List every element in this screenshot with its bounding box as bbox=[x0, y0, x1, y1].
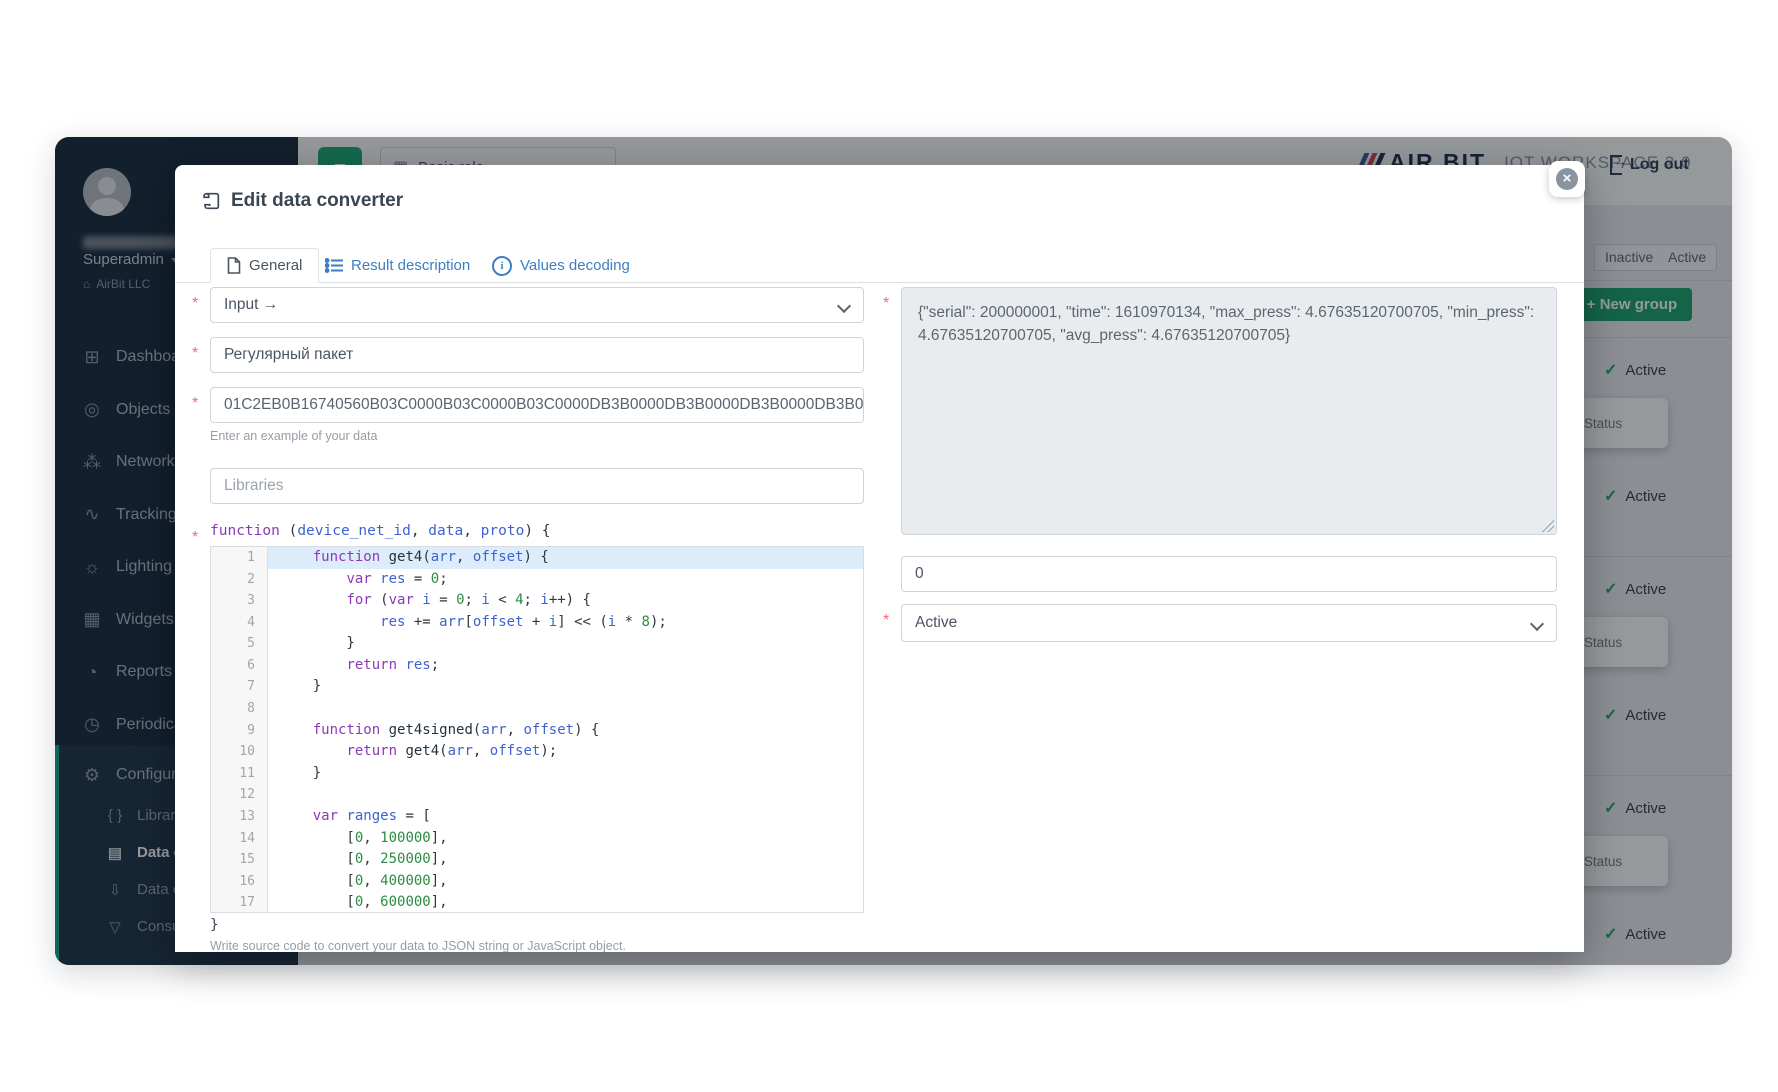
code-line: 2 var res = 0; bbox=[211, 569, 863, 591]
chevron-down-icon bbox=[1530, 617, 1544, 631]
modal-title: Edit data converter bbox=[200, 190, 403, 212]
line-number: 17 bbox=[211, 892, 255, 913]
document-icon bbox=[227, 257, 241, 274]
code-line: 11 } bbox=[211, 763, 863, 785]
code-line: 4 res += arr[offset + i] << (i * 8); bbox=[211, 612, 863, 634]
edit-data-converter-modal: Edit data converter General Result descr… bbox=[175, 165, 1584, 952]
code-line: 15 [0, 250000], bbox=[211, 849, 863, 871]
close-icon: × bbox=[1563, 170, 1572, 187]
code-line: 1 function get4(arr, offset) { bbox=[211, 547, 863, 569]
code-line: 8 bbox=[211, 698, 863, 720]
code-line: 10 return get4(arr, offset); bbox=[211, 741, 863, 763]
required-mark: * bbox=[192, 345, 198, 363]
line-number: 6 bbox=[211, 655, 255, 677]
line-number: 12 bbox=[211, 784, 255, 806]
code-line: 3 for (var i = 0; i < 4; i++) { bbox=[211, 590, 863, 612]
scroll-icon bbox=[200, 190, 222, 212]
line-number: 5 bbox=[211, 633, 255, 655]
tab-values-decoding[interactable]: i Values decoding bbox=[492, 248, 630, 283]
direction-select[interactable]: Input → bbox=[210, 287, 864, 323]
line-number: 13 bbox=[211, 806, 255, 828]
status-select[interactable]: Active bbox=[901, 604, 1557, 642]
line-number: 9 bbox=[211, 720, 255, 742]
required-mark: * bbox=[192, 395, 198, 413]
libraries-input[interactable]: Libraries bbox=[210, 468, 864, 504]
group-number-input[interactable]: 0 bbox=[901, 556, 1557, 592]
line-number: 16 bbox=[211, 871, 255, 893]
chevron-down-icon bbox=[837, 299, 851, 313]
code-line: 16 [0, 400000], bbox=[211, 871, 863, 893]
line-number: 2 bbox=[211, 569, 255, 591]
code-line: 5 } bbox=[211, 633, 863, 655]
line-number: 11 bbox=[211, 763, 255, 785]
code-lines: 1 function get4(arr, offset) { 2 var res… bbox=[211, 547, 863, 913]
resize-handle[interactable] bbox=[1542, 520, 1554, 532]
line-number: 10 bbox=[211, 741, 255, 763]
code-line: 7 } bbox=[211, 676, 863, 698]
code-line: 12 bbox=[211, 784, 863, 806]
required-mark: * bbox=[883, 612, 889, 630]
code-closing-brace: } bbox=[210, 917, 219, 933]
required-mark: * bbox=[883, 295, 889, 313]
page: { "app": { "topbar": { "menu_icon": "≡",… bbox=[0, 0, 1778, 1092]
code-line: 6 return res; bbox=[211, 655, 863, 677]
modal-close-button[interactable]: × bbox=[1549, 161, 1585, 197]
line-number: 3 bbox=[211, 590, 255, 612]
info-icon: i bbox=[492, 256, 512, 276]
required-mark: * bbox=[192, 295, 198, 313]
line-number: 4 bbox=[211, 612, 255, 634]
data-example-input[interactable]: 01C2EB0B16740560B03C0000B03C0000B03C0000… bbox=[210, 387, 864, 423]
line-number: 15 bbox=[211, 849, 255, 871]
line-number: 1 bbox=[211, 547, 255, 569]
code-line: 9 function get4signed(arr, offset) { bbox=[211, 720, 863, 742]
code-line: 17 [0, 600000], bbox=[211, 892, 863, 913]
result-example-textarea[interactable]: {"serial": 200000001, "time": 1610970134… bbox=[901, 287, 1557, 535]
required-mark: * bbox=[192, 529, 198, 547]
code-hint: Write source code to convert your data t… bbox=[210, 939, 626, 952]
data-example-hint: Enter an example of your data bbox=[210, 429, 377, 443]
code-line: 14 [0, 100000], bbox=[211, 828, 863, 850]
list-icon bbox=[325, 258, 343, 273]
line-number: 7 bbox=[211, 676, 255, 698]
code-signature: function (device_net_id, data, proto) { bbox=[210, 523, 551, 539]
converter-name-input[interactable]: Регулярный пакет bbox=[210, 337, 864, 373]
tab-general[interactable]: General bbox=[210, 248, 319, 283]
code-line: 13 var ranges = [ bbox=[211, 806, 863, 828]
line-number: 14 bbox=[211, 828, 255, 850]
line-number: 8 bbox=[211, 698, 255, 720]
code-editor[interactable]: 1 function get4(arr, offset) { 2 var res… bbox=[210, 546, 864, 913]
tab-result-description[interactable]: Result description bbox=[325, 248, 470, 283]
